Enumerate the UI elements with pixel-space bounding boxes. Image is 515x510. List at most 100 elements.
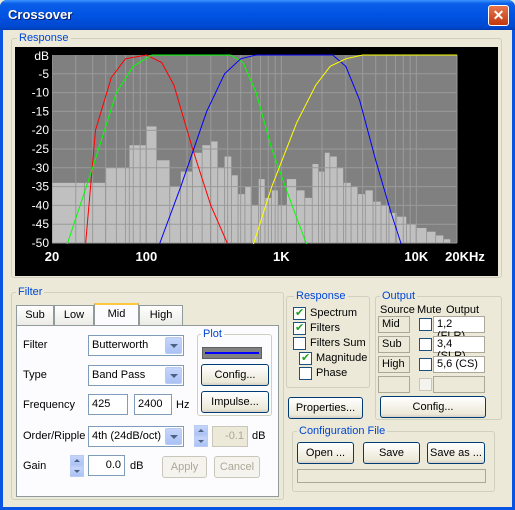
spectrum-bar [365, 190, 373, 243]
output-config-button[interactable]: Config... [380, 396, 486, 418]
response-options-group: Response Spectrum Filters Filters Sum Ma… [286, 290, 370, 388]
response-group: Response dB -5 -10 -15 -20 -25 -30 -35 -40 -45 -50… [11, 32, 502, 356]
x-tick-label: 10K [404, 249, 428, 264]
output-header-output: Output [446, 304, 480, 316]
y-tick-label: -15 [32, 104, 50, 118]
spectrum-bar [351, 186, 358, 243]
output-header-source: Source [380, 304, 415, 316]
y-tick-label: -5 [38, 67, 49, 81]
tab-mid[interactable]: Mid [94, 303, 139, 325]
frequency-low-input[interactable]: 425 [88, 394, 128, 415]
tab-sub[interactable]: Sub [16, 305, 54, 325]
output-row-output[interactable]: 5,6 (CS) [433, 356, 485, 373]
spectrum-bar [52, 182, 85, 243]
ripple-input[interactable]: -0.1 [212, 426, 248, 447]
plot-group-legend: Plot [201, 328, 224, 340]
y-tick-label: -50 [32, 236, 50, 250]
spectrum-bar [129, 145, 146, 243]
properties-button[interactable]: Properties... [288, 397, 363, 419]
x-tick-label: 100 [136, 249, 158, 264]
output-row-output[interactable]: 1,2 (FLR) [433, 316, 485, 342]
filters-checkbox[interactable] [293, 321, 306, 335]
order-select[interactable]: 4th (24dB/oct) [88, 426, 184, 447]
plot-config-button[interactable]: Config... [201, 364, 269, 386]
spectrum-checkbox[interactable] [293, 306, 306, 320]
y-tick-label: -30 [32, 161, 50, 175]
spectrum-bar [286, 179, 297, 243]
magnitude-checkbox[interactable] [299, 351, 312, 365]
order-ripple-label: Order/Ripple [23, 430, 86, 442]
filters-sum-checkbox[interactable] [293, 337, 306, 350]
magnitude-label: Magnitude [316, 352, 368, 364]
type-label: Type [23, 369, 47, 381]
config-file-legend: Configuration File [297, 425, 388, 437]
frequency-label: Frequency [23, 399, 75, 411]
apply-button[interactable]: Apply [162, 456, 207, 478]
gain-input[interactable]: 0.0 [88, 455, 125, 476]
spectrum-bar [305, 197, 312, 243]
frequency-high-input[interactable]: 2400 [134, 394, 172, 415]
tab-panel-mid: Filter Butterworth Type Band Pass Freque… [16, 325, 279, 497]
y-tick-label: -25 [32, 142, 50, 156]
filters-sum-label: Filters Sum [310, 337, 366, 349]
mute-checkbox[interactable] [419, 318, 432, 331]
cancel-button[interactable]: Cancel [214, 456, 260, 478]
y-tick-label: -20 [32, 123, 50, 137]
phase-checkbox[interactable] [299, 367, 312, 380]
config-file-group: Configuration File Open ... Save Save as… [292, 425, 495, 492]
spectrum-bar [406, 224, 416, 243]
spectrum-bar [245, 186, 251, 243]
spectrum-bar [170, 186, 181, 243]
response-plot: dB -5 -10 -15 -20 -25 -30 -35 -40 -45 -5020 100 1K 10… [15, 47, 498, 356]
window-title: Crossover [8, 7, 73, 22]
filter-group-legend: Filter [16, 286, 45, 298]
title-bar[interactable]: Crossover ✕ [0, 0, 515, 30]
spectrum-bar [202, 145, 211, 243]
mute-checkbox[interactable] [419, 338, 432, 351]
frequency-unit: Hz [176, 399, 190, 411]
output-group-legend: Output [380, 290, 418, 302]
spectrum-label: Spectrum [310, 307, 358, 319]
mute-checkbox-disabled [419, 378, 432, 391]
spectrum-bar [312, 164, 319, 243]
y-tick-label: -45 [32, 217, 50, 231]
spectrum-bar [157, 160, 170, 243]
response-options-legend: Response [294, 290, 348, 302]
spectrum-bar [192, 152, 202, 243]
spectrum-bar [238, 194, 245, 243]
tab-high[interactable]: High [139, 305, 183, 325]
close-icon: ✕ [492, 7, 505, 23]
output-row-source: High [378, 356, 410, 373]
output-row-output[interactable]: 3,4 (SLR) [433, 336, 485, 362]
output-row-source: Sub [378, 336, 410, 353]
filter-select[interactable]: Butterworth [88, 335, 184, 356]
output-row-source: Mid [378, 316, 410, 333]
output-row-output-empty [433, 376, 485, 393]
response-group-legend: Response [17, 32, 71, 44]
spectrum-bar [343, 182, 351, 243]
plot-color-swatch[interactable] [202, 347, 262, 359]
impulse-button[interactable]: Impulse... [201, 391, 269, 413]
tab-low[interactable]: Low [54, 305, 94, 325]
type-select[interactable]: Band Pass [88, 365, 184, 386]
mute-checkbox[interactable] [419, 358, 432, 371]
filter-group: Filter Sub Low Mid High Filter Butterwor… [11, 286, 284, 500]
chevron-down-icon [165, 337, 182, 354]
close-button[interactable]: ✕ [488, 5, 509, 26]
save-button[interactable]: Save [363, 442, 420, 464]
output-row-source-empty [378, 376, 410, 393]
save-as-button[interactable]: Save as ... [427, 442, 485, 464]
spectrum-bar [146, 126, 157, 243]
ripple-unit: dB [252, 430, 266, 442]
gain-stepper[interactable] [70, 455, 84, 477]
open-button[interactable]: Open ... [297, 442, 354, 464]
ripple-stepper[interactable] [194, 425, 208, 447]
chevron-down-icon [165, 367, 182, 384]
y-tick-label: -10 [32, 86, 50, 100]
x-tick-label: 20KHz [445, 249, 485, 264]
spectrum-bar [416, 227, 427, 243]
y-tick-label: -35 [32, 180, 50, 194]
filters-label: Filters [310, 322, 340, 334]
client-area: Response dB -5 -10 -15 -20 -25 -30 -35 -40 -45 -50… [3, 30, 512, 507]
spectrum-bar [397, 216, 407, 243]
